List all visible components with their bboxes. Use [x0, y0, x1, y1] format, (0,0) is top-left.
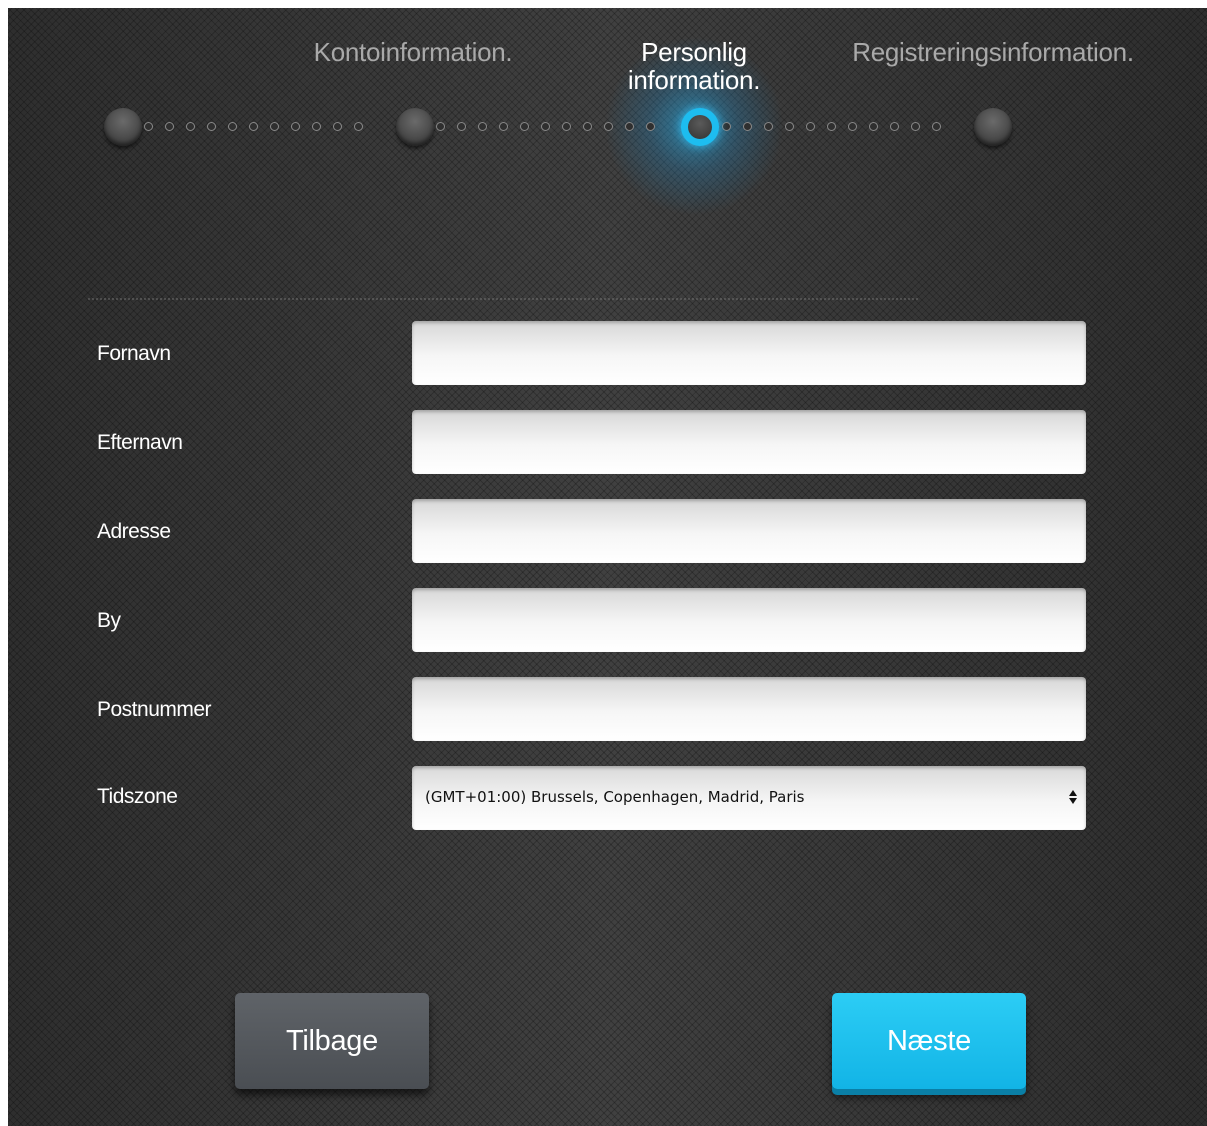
fornavn-input[interactable] [412, 321, 1086, 385]
step-label-registreringsinformation: Registreringsinformation. [852, 37, 1134, 67]
tidszone-select[interactable]: (GMT+01:00) Brussels, Copenhagen, Madrid… [412, 766, 1086, 830]
fornavn-label: Fornavn [97, 342, 171, 365]
step-label-personlig-information: Personlig information. [584, 38, 804, 94]
by-label: By [97, 609, 121, 632]
select-arrows-icon [1069, 790, 1077, 804]
next-button[interactable]: Næste [832, 993, 1026, 1089]
step-node-kontoinformation [396, 108, 434, 146]
progress-dots-segment-2 [436, 122, 655, 132]
efternavn-input[interactable] [412, 410, 1086, 474]
adresse-input[interactable] [412, 499, 1086, 563]
by-input[interactable] [412, 588, 1086, 652]
step-label-line1: Personlig [641, 37, 747, 67]
tidszone-selected-value: (GMT+01:00) Brussels, Copenhagen, Madrid… [425, 788, 805, 806]
efternavn-label: Efternavn [97, 431, 183, 454]
progress-dots-segment-3 [722, 122, 941, 132]
step-node-current [681, 108, 719, 146]
back-button[interactable]: Tilbage [235, 993, 429, 1089]
registration-wizard-panel: Kontoinformation. Personlig information.… [8, 8, 1207, 1126]
tidszone-label: Tidszone [97, 785, 178, 808]
progress-dots-segment-1 [144, 122, 363, 132]
divider [88, 298, 918, 300]
step-node-start [104, 108, 142, 146]
step-node-registreringsinformation [974, 108, 1012, 146]
postnummer-label: Postnummer [97, 698, 212, 721]
step-label-line2: information. [627, 65, 761, 95]
step-label-kontoinformation: Kontoinformation. [313, 37, 513, 67]
postnummer-input[interactable] [412, 677, 1086, 741]
adresse-label: Adresse [97, 520, 171, 543]
